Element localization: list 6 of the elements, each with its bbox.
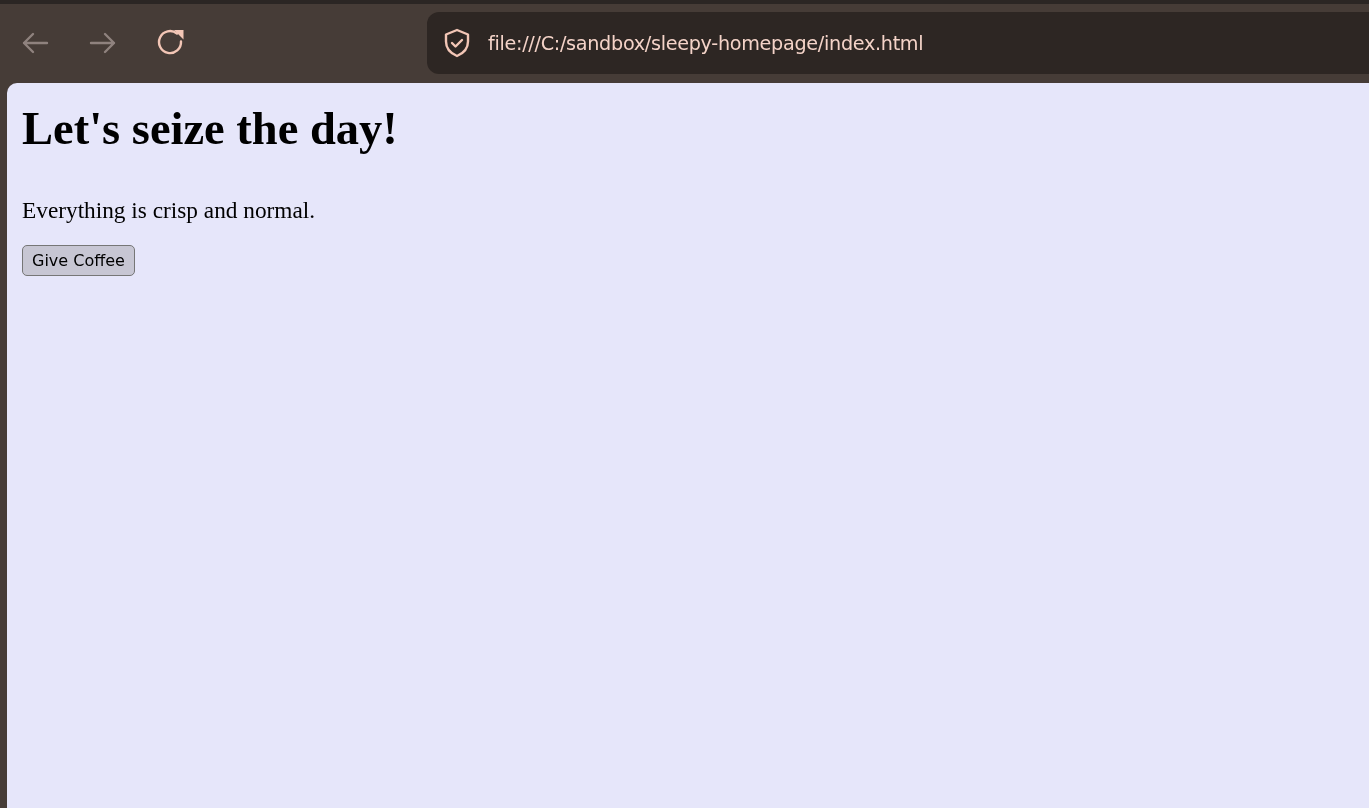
give-coffee-button[interactable]: Give Coffee [22, 245, 135, 276]
page-paragraph: Everything is crisp and normal. [22, 196, 316, 225]
page-heading: Let's seize the day! [22, 102, 398, 156]
url-text: file:///C:/sandbox/sleepy-homepage/index.html [488, 31, 924, 55]
shield-check-icon [443, 28, 471, 58]
address-bar[interactable]: file:///C:/sandbox/sleepy-homepage/index.html [427, 12, 1369, 74]
